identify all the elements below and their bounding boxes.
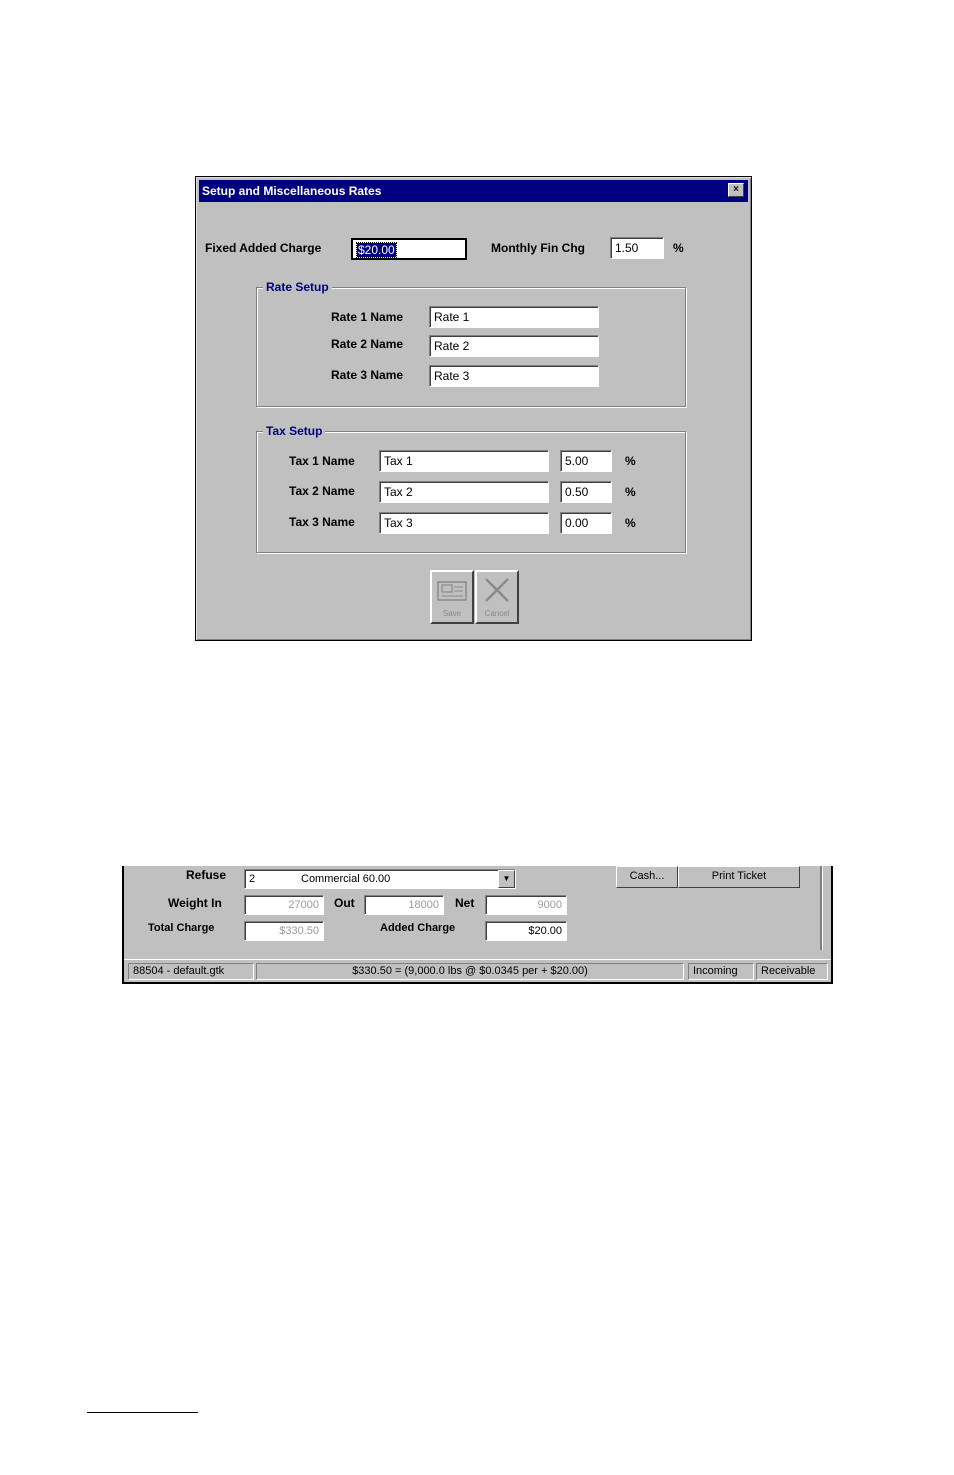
rate-1-name-input[interactable]: Rate 1 [429, 306, 599, 328]
tax-1-name-input[interactable]: Tax 1 [379, 450, 549, 472]
rate-2-label: Rate 2 Name [331, 337, 404, 351]
total-charge-input[interactable]: $330.50 [244, 921, 324, 941]
fixed-added-charge-label: Fixed Added Charge [205, 241, 322, 255]
print-ticket-button[interactable]: Print Ticket [678, 866, 800, 888]
monthly-fin-chg-input[interactable]: 1.50 [610, 237, 664, 259]
cancel-x-icon [485, 578, 509, 602]
total-charge-label: Total Charge [148, 922, 215, 934]
out-input[interactable]: 18000 [364, 895, 444, 915]
tax-setup-title: Tax Setup [263, 424, 326, 438]
status-file: 88504 - default.gtk [128, 963, 254, 980]
save-icon [437, 581, 467, 601]
refuse-value: Commercial 60.00 [301, 873, 391, 885]
tax-3-name-input[interactable]: Tax 3 [379, 512, 549, 534]
net-label: Net [455, 896, 475, 910]
tax-setup-group: Tax Setup Tax 1 Name Tax 1 5.00 % Tax 2 … [256, 424, 686, 553]
tax-1-rate-input[interactable]: 5.00 [560, 450, 612, 472]
tax-2-label: Tax 2 Name [289, 484, 355, 498]
rate-1-label: Rate 1 Name [331, 310, 404, 324]
weight-in-input[interactable]: 27000 [244, 895, 324, 915]
added-charge-input[interactable]: $20.00 [485, 921, 567, 941]
refuse-code: 2 [249, 873, 256, 885]
tax-1-unit: % [625, 454, 636, 468]
tax-2-name-input[interactable]: Tax 2 [379, 481, 549, 503]
rate-2-name-input[interactable]: Rate 2 [429, 335, 599, 357]
tax-2-rate-input[interactable]: 0.50 [560, 481, 612, 503]
status-account: Receivable [756, 963, 828, 980]
monthly-fin-chg-label: Monthly Fin Chg [491, 241, 585, 255]
tax-3-label: Tax 3 Name [289, 515, 355, 529]
ticket-window-panel: Refuse 2 Commercial 60.00 ▼ Cash... Prin… [122, 866, 833, 984]
added-charge-label: Added Charge [380, 922, 456, 934]
tax-3-unit: % [625, 516, 636, 530]
tax-2-unit: % [625, 485, 636, 499]
rate-3-label: Rate 3 Name [331, 368, 404, 382]
dialog-title: Setup and Miscellaneous Rates [202, 184, 382, 198]
fixed-added-charge-value: $20.00 [356, 242, 397, 258]
cash-button[interactable]: Cash... [616, 866, 678, 888]
rate-setup-title: Rate Setup [263, 280, 332, 294]
status-formula: $330.50 = (9,000.0 lbs @ $0.0345 per + $… [256, 963, 684, 980]
status-bar: 88504 - default.gtk $330.50 = (9,000.0 l… [124, 959, 831, 982]
fixed-added-charge-input[interactable]: $20.00 [351, 238, 467, 260]
tax-3-rate-input[interactable]: 0.00 [560, 512, 612, 534]
tax-1-label: Tax 1 Name [289, 454, 355, 468]
refuse-select[interactable]: 2 Commercial 60.00 ▼ [244, 869, 516, 889]
net-input[interactable]: 9000 [485, 895, 567, 915]
close-icon[interactable]: × [728, 183, 744, 197]
cancel-button[interactable]: Cancel [475, 570, 519, 624]
rate-3-name-input[interactable]: Rate 3 [429, 365, 599, 387]
dialog-title-bar[interactable]: Setup and Miscellaneous Rates × [199, 180, 748, 202]
status-direction: Incoming [688, 963, 754, 980]
save-button[interactable]: Save [430, 570, 474, 624]
weight-in-label: Weight In [168, 896, 222, 910]
panel-divider [820, 866, 823, 950]
rate-setup-group: Rate Setup Rate 1 Name Rate 1 Rate 2 Nam… [256, 280, 686, 407]
out-label: Out [334, 896, 355, 910]
setup-rates-dialog: Setup and Miscellaneous Rates × Fixed Ad… [195, 176, 752, 641]
cancel-label: Cancel [484, 609, 510, 618]
chevron-down-icon[interactable]: ▼ [498, 870, 515, 888]
monthly-fin-chg-unit: % [673, 241, 684, 255]
refuse-label: Refuse [186, 868, 227, 882]
save-label: Save [442, 609, 462, 618]
footnote-rule [87, 1412, 198, 1413]
